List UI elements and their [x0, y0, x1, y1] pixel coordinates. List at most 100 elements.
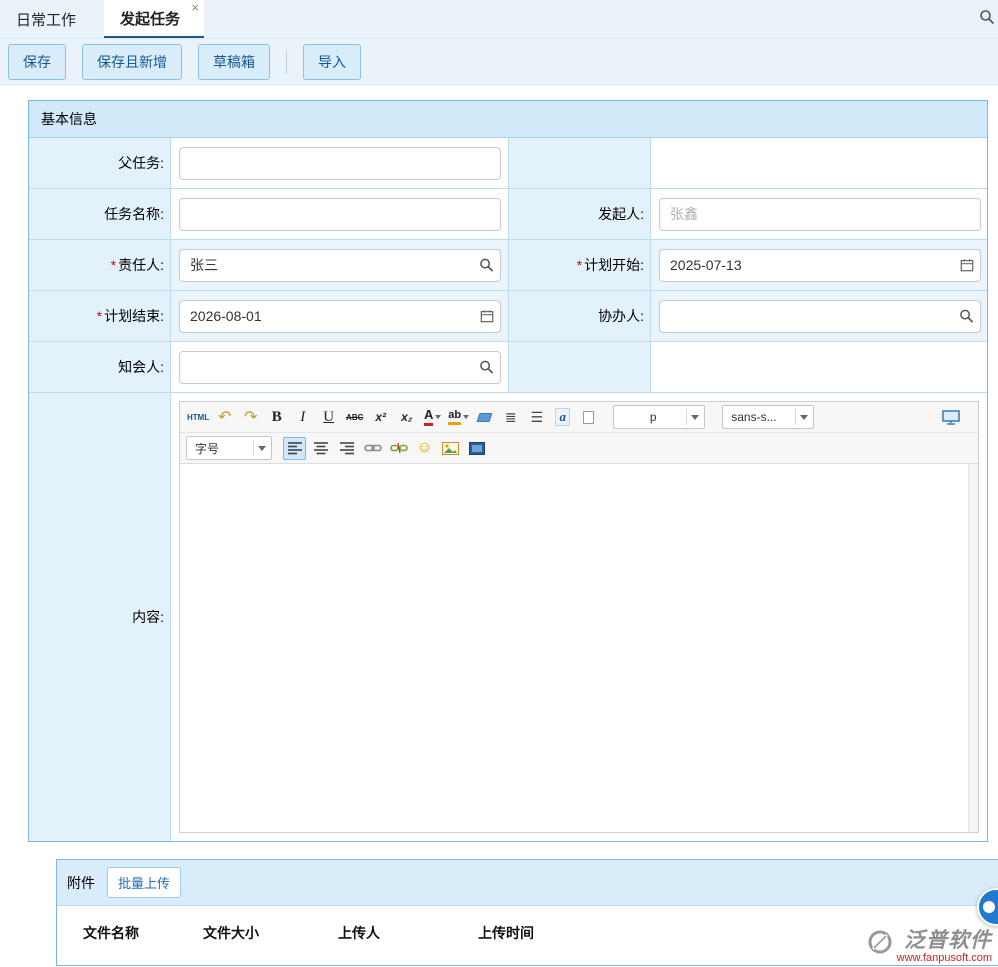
label-text: 父任务: — [118, 153, 164, 173]
link-icon — [364, 442, 382, 454]
fullscreen-monitor-icon — [942, 410, 960, 425]
column-file-size: 文件大小 — [203, 923, 338, 943]
plan-end-input[interactable] — [179, 300, 501, 333]
attachments-panel: 附件 批量上传 文件名称 文件大小 上传人 上传时间 — [56, 859, 998, 966]
co-organizer-input[interactable] — [659, 300, 981, 333]
basic-info-header: 基本信息 — [29, 101, 987, 138]
align-center-button[interactable] — [309, 437, 332, 460]
notified-input[interactable] — [179, 351, 501, 384]
unordered-list-button[interactable]: ☰ — [525, 406, 548, 429]
brand-url: www.fanpusoft.com — [897, 952, 992, 964]
content-label: 内容: — [29, 393, 171, 841]
plan-end-label: * 计划结束: — [29, 291, 171, 342]
bold-button[interactable]: B — [265, 406, 288, 429]
assistant-icon — [983, 901, 995, 913]
font-color-button[interactable]: A — [421, 406, 444, 429]
superscript-button[interactable]: x² — [369, 406, 392, 429]
fullscreen-button[interactable] — [942, 410, 960, 425]
emoji-icon: ☺ — [416, 439, 432, 457]
notified-cell — [171, 342, 509, 393]
main-content: 基本信息 父任务: 任务名称: — [0, 85, 998, 966]
import-button[interactable]: 导入 — [303, 44, 361, 80]
font-size-select[interactable]: 字号 — [186, 436, 272, 460]
editor-scrollbar[interactable] — [968, 464, 978, 832]
plan-start-label: * 计划开始: — [509, 240, 651, 291]
emoji-button[interactable]: ☺ — [413, 437, 436, 460]
font-family-select-value: sans-s... — [731, 410, 793, 424]
eraser-button[interactable] — [473, 406, 496, 429]
unlink-button[interactable] — [387, 437, 410, 460]
subscript-button[interactable]: x₂ — [395, 406, 418, 429]
notified-input-wrap — [179, 351, 501, 384]
undo-button[interactable]: ↶ — [213, 406, 236, 429]
parent-task-input[interactable] — [179, 147, 501, 180]
task-name-input[interactable] — [179, 198, 501, 231]
html-source-button[interactable]: HTML — [186, 406, 210, 429]
chevron-down-icon — [258, 446, 266, 451]
highlight-button[interactable]: ab — [447, 406, 470, 429]
column-uploader: 上传人 — [338, 923, 478, 943]
strikethrough-icon: ABC — [346, 413, 363, 422]
underline-button[interactable]: U — [317, 406, 340, 429]
basic-info-form: 父任务: 任务名称: 发起人: — [29, 138, 987, 841]
align-left-button[interactable] — [283, 437, 306, 460]
empty-label-cell-2 — [509, 342, 651, 393]
label-text: 计划开始: — [584, 255, 644, 275]
brand-footer: 泛普软件 www.fanpusoft.com — [867, 929, 992, 964]
editor-content-area[interactable] — [180, 464, 978, 832]
insert-media-button[interactable] — [465, 437, 488, 460]
empty-label-cell-1 — [509, 138, 651, 189]
required-mark: * — [111, 257, 116, 273]
calendar-icon — [480, 309, 494, 323]
drafts-button[interactable]: 草稿箱 — [198, 44, 270, 80]
attachments-title: 附件 — [67, 873, 95, 893]
ordered-list-button[interactable]: ≣ — [499, 406, 522, 429]
redo-icon: ↷ — [244, 407, 257, 427]
parent-task-cell — [171, 138, 509, 189]
save-and-new-button[interactable]: 保存且新增 — [82, 44, 182, 80]
basic-info-panel: 基本信息 父任务: 任务名称: — [28, 100, 988, 842]
notified-search-button[interactable] — [479, 360, 494, 375]
font-color-icon: A — [424, 408, 433, 425]
paragraph-select[interactable]: p — [613, 405, 705, 429]
initiator-input[interactable] — [659, 198, 981, 231]
insert-image-button[interactable] — [439, 437, 462, 460]
paragraph-select-value: p — [622, 410, 684, 424]
responsible-search-button[interactable] — [479, 258, 494, 273]
global-search-icon[interactable] — [979, 9, 995, 25]
redo-button[interactable]: ↷ — [239, 406, 262, 429]
anchor-button[interactable]: a — [551, 406, 574, 429]
required-mark: * — [577, 257, 582, 273]
plan-start-calendar-button[interactable] — [960, 258, 974, 272]
attachments-header: 附件 批量上传 — [57, 860, 998, 906]
save-button[interactable]: 保存 — [8, 44, 66, 80]
plan-start-input-wrap — [659, 249, 981, 282]
action-toolbar: 保存 保存且新增 草稿箱 导入 — [0, 39, 998, 85]
document-icon — [583, 411, 594, 424]
label-text: 计划结束: — [104, 306, 164, 326]
plan-start-input[interactable] — [659, 249, 981, 282]
label-text: 协办人: — [598, 306, 644, 326]
subscript-icon: x₂ — [401, 410, 412, 424]
tab-daily-work[interactable]: 日常工作 — [0, 0, 92, 38]
tab-initiate-task[interactable]: 发起任务 × — [104, 0, 204, 38]
media-icon — [469, 442, 485, 455]
align-right-button[interactable] — [335, 437, 358, 460]
paste-button[interactable] — [577, 406, 600, 429]
tab-bar: 日常工作 发起任务 × — [0, 0, 998, 39]
label-text: 内容: — [132, 607, 164, 627]
co-organizer-search-button[interactable] — [959, 309, 974, 324]
strikethrough-button[interactable]: ABC — [343, 406, 366, 429]
italic-button[interactable]: I — [291, 406, 314, 429]
tab-close-icon[interactable]: × — [191, 1, 199, 14]
align-left-icon — [287, 441, 303, 455]
parent-task-label: 父任务: — [29, 138, 171, 189]
responsible-input[interactable] — [179, 249, 501, 282]
initiator-label: 发起人: — [509, 189, 651, 240]
search-icon — [959, 309, 974, 324]
font-family-select[interactable]: sans-s... — [722, 405, 814, 429]
insert-link-button[interactable] — [361, 437, 384, 460]
plan-end-calendar-button[interactable] — [480, 309, 494, 323]
font-size-select-value: 字号 — [195, 440, 251, 457]
batch-upload-button[interactable]: 批量上传 — [107, 867, 181, 898]
